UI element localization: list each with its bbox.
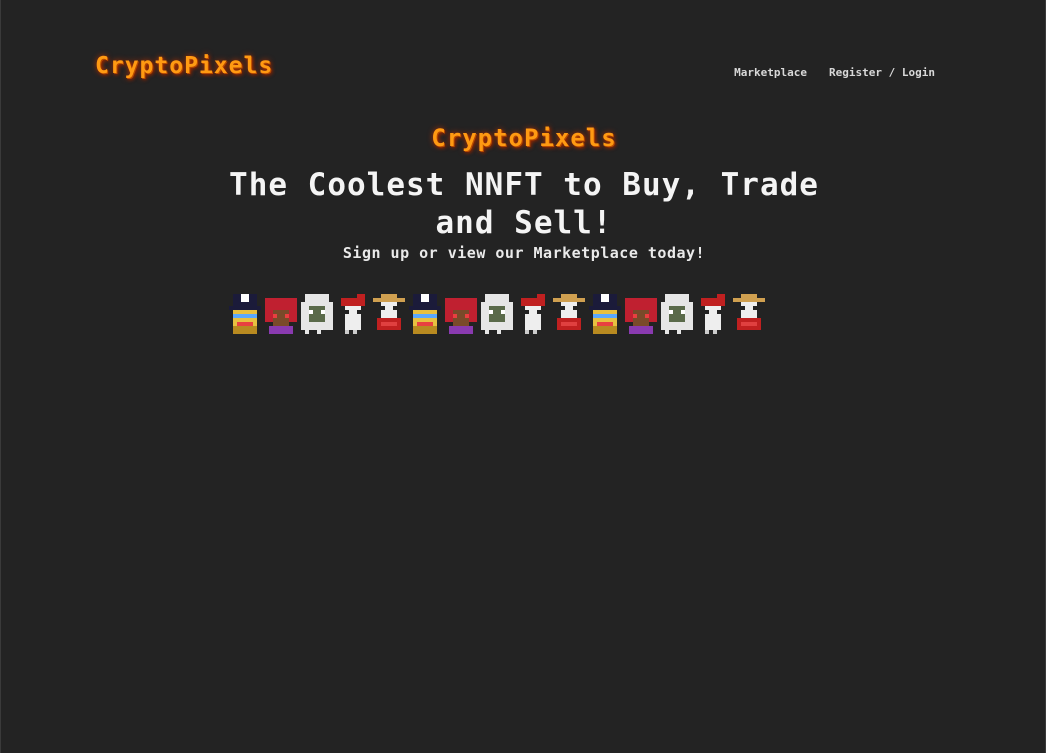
pixel-character-row [229, 294, 765, 334]
pixel-character-red-cap [701, 294, 725, 334]
nav-marketplace-link[interactable]: Marketplace [734, 66, 807, 79]
hero-logo: CryptoPixels [431, 124, 617, 152]
pixel-character-jester [625, 298, 657, 334]
pixel-character-pirate [229, 294, 261, 334]
pixel-character-jester [445, 298, 477, 334]
main-nav: Marketplace Register / Login [734, 66, 935, 79]
pixel-character-red-cap [521, 294, 545, 334]
pixel-character-red-cap [341, 294, 365, 334]
pixel-character-straw-hat [733, 294, 765, 330]
pixel-character-pirate [409, 294, 441, 334]
pixel-character-pirate [589, 294, 621, 334]
pixel-character-ghost [481, 294, 513, 334]
nav-register-login-link[interactable]: Register / Login [829, 66, 935, 79]
hero-section: CryptoPixels The Coolest NNFT to Buy, Tr… [1, 124, 1046, 262]
pixel-character-jester [265, 298, 297, 334]
pixel-character-straw-hat [373, 294, 405, 330]
pixel-character-ghost [301, 294, 333, 334]
site-header: CryptoPixels Marketplace Register / Logi… [1, 0, 1046, 110]
hero-subtitle: Sign up or view our Marketplace today! [342, 244, 706, 262]
hero-title: The Coolest NNFT to Buy, Trade and Sell! [229, 167, 819, 241]
pixel-character-straw-hat [553, 294, 585, 330]
site-logo[interactable]: CryptoPixels [95, 53, 273, 79]
pixel-character-ghost [661, 294, 693, 334]
